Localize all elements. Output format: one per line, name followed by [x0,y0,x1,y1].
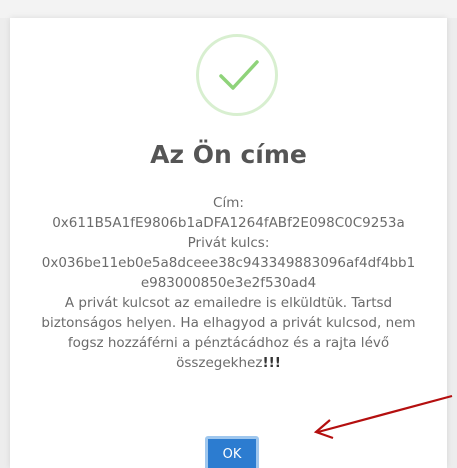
top-strip [0,0,457,18]
warning-emphasis: !!! [262,355,281,371]
private-key-label: Privát kulcs: [187,235,270,251]
warning-message: A privát kulcsot az emailedre is elküldt… [36,293,421,373]
address-label: Cím: [213,195,244,211]
screen: Az Ön címe Cím: 0x611B5A1fE9806b1aDFA126… [0,0,457,468]
private-key-value-line2: e983000850e3e2f530ad4 [140,275,317,291]
ok-button[interactable]: OK [205,436,259,468]
address-value: 0x611B5A1fE9806b1aDFA1264fABf2E098C0C925… [52,215,405,231]
dialog-content: Cím: 0x611B5A1fE9806b1aDFA1264fABf2E098C… [10,193,447,373]
red-arrow-annotation [313,394,453,440]
check-icon [219,60,259,90]
dialog-title: Az Ön címe [150,140,307,169]
private-key-value-line1: 0x036be11eb0e5a8dceee38c943349883096af4d… [41,255,416,271]
warning-text: A privát kulcsot az emailedre is elküldt… [41,295,416,371]
success-badge [196,34,278,116]
